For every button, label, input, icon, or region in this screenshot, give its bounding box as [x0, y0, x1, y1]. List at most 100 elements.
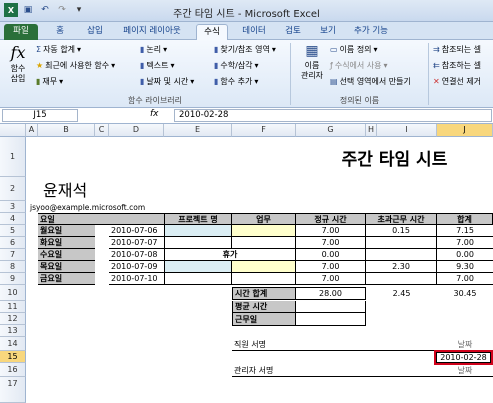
header-overtime[interactable]: 초과근무 시간 [366, 213, 437, 225]
employee-email[interactable]: jsyoo@example.microsoft.com [28, 201, 208, 213]
time-total-overtime[interactable]: 2.45 [366, 287, 437, 300]
tab-formulas[interactable]: 수식 [196, 24, 228, 40]
row-header-17[interactable]: 17 [0, 377, 26, 403]
tab-review[interactable]: 검토 [278, 24, 308, 40]
header-day[interactable]: 요일 [38, 213, 165, 225]
total-cell[interactable]: 7.00 [437, 273, 493, 285]
total-cell[interactable]: 9.30 [437, 261, 493, 273]
task-cell[interactable] [232, 261, 296, 273]
tab-page-layout[interactable]: 페이지 레이아웃 [116, 24, 188, 40]
column-header-f[interactable]: F [232, 124, 296, 137]
date-label[interactable]: 날짜 [437, 338, 493, 350]
overtime-cell[interactable] [366, 273, 437, 285]
regular-cell[interactable]: 0.00 [296, 249, 366, 261]
define-name-button[interactable]: ▭ 이름 정의 ▾ [330, 44, 378, 55]
project-cell[interactable] [164, 225, 232, 237]
avg-hours-label[interactable]: 평균 시간 [232, 301, 296, 313]
column-header-c[interactable]: C [95, 124, 109, 137]
row-header-2[interactable]: 2 [0, 177, 26, 201]
trace-dependents-button[interactable]: ⇇ 참조하는 셀 [433, 60, 481, 71]
math-button[interactable]: ▮ 수학/삼각 ▾ [214, 60, 259, 71]
day-cell[interactable]: 화요일 [38, 237, 95, 249]
column-header-j[interactable]: J [437, 124, 493, 137]
lookup-button[interactable]: ▮ 찾기/참조 영역 ▾ [214, 44, 276, 55]
time-total-total[interactable]: 30.45 [437, 287, 493, 300]
day-cell[interactable]: 금요일 [38, 273, 95, 285]
row-header-16[interactable]: 16 [0, 363, 26, 377]
task-cell[interactable] [232, 237, 296, 249]
total-cell[interactable]: 0.00 [437, 249, 493, 261]
date-label[interactable]: 날짜 [437, 365, 493, 376]
day-cell[interactable]: 목요일 [38, 261, 95, 273]
formula-input[interactable]: 2010-02-28 [174, 109, 492, 122]
tab-data[interactable]: 데이터 [236, 24, 272, 40]
row-header-7[interactable]: 7 [0, 249, 26, 261]
column-header-d[interactable]: D [109, 124, 164, 137]
row-header-9[interactable]: 9 [0, 273, 26, 285]
header-task[interactable]: 업무 [232, 213, 296, 225]
column-header-g[interactable]: G [296, 124, 366, 137]
tab-view[interactable]: 보기 [314, 24, 342, 40]
recent-functions-button[interactable]: ★ 최근에 사용한 함수 ▾ [36, 60, 115, 71]
task-cell[interactable] [232, 273, 296, 285]
row-header-10[interactable]: 10 [0, 285, 26, 301]
regular-cell[interactable]: 7.00 [296, 273, 366, 285]
project-cell[interactable] [164, 237, 232, 249]
date-cell[interactable]: 2010-07-09 [109, 261, 164, 273]
total-cell[interactable]: 7.00 [437, 237, 493, 249]
autosum-button[interactable]: Σ 자동 합계 ▾ [36, 44, 81, 55]
create-from-selection-button[interactable]: ▤ 선택 영역에서 만들기 [330, 76, 411, 87]
date-cell[interactable]: 2010-07-08 [109, 249, 164, 261]
regular-cell[interactable]: 7.00 [296, 225, 366, 237]
regular-cell[interactable]: 7.00 [296, 237, 366, 249]
tab-file[interactable]: 파일 [4, 24, 38, 40]
overtime-cell[interactable] [366, 237, 437, 249]
overtime-cell[interactable] [366, 249, 437, 261]
row-header-8[interactable]: 8 [0, 261, 26, 273]
column-header-i[interactable]: I [377, 124, 437, 137]
fx-icon[interactable]: fx [150, 109, 159, 119]
row-header-13[interactable]: 13 [0, 325, 26, 337]
tab-addins[interactable]: 추가 기능 [348, 24, 394, 40]
row-header-1[interactable]: 1 [0, 137, 26, 177]
workdays-label[interactable]: 근무일 [232, 313, 296, 326]
header-regular[interactable]: 정규 시간 [296, 213, 366, 225]
name-manager-button[interactable]: ▦ 이름 관리자 [297, 43, 327, 81]
header-total[interactable]: 합계 [437, 213, 493, 225]
date-cell[interactable]: 2010-07-07 [109, 237, 164, 249]
day-cell[interactable]: 수요일 [38, 249, 95, 261]
column-header-b[interactable]: B [38, 124, 95, 137]
header-project[interactable]: 프로젝트 명 [164, 213, 232, 225]
date-cell[interactable]: 2010-07-10 [109, 273, 164, 285]
employee-name[interactable]: 윤재석 [40, 177, 160, 201]
insert-function-button[interactable]: fx 함수 삽입 [6, 43, 30, 84]
task-cell[interactable] [232, 225, 296, 237]
row-header-3[interactable]: 3 [0, 201, 26, 213]
time-total-regular[interactable]: 28.00 [296, 287, 366, 300]
use-in-formula-button[interactable]: ƒ 수식에서 사용 ▾ [330, 60, 388, 71]
overtime-cell[interactable]: 0.15 [366, 225, 437, 237]
manager-signature-label[interactable]: 관리자 서명 [232, 364, 332, 376]
row-header-11[interactable]: 11 [0, 301, 26, 313]
row-header-14[interactable]: 14 [0, 337, 26, 351]
project-cell[interactable] [164, 261, 232, 273]
day-cell[interactable]: 월요일 [38, 225, 95, 237]
datetime-button[interactable]: ▮ 날짜 및 시간 ▾ [140, 76, 194, 87]
workdays-value[interactable] [296, 313, 366, 326]
time-total-label[interactable]: 시간 합계 [232, 287, 296, 300]
sheet-title[interactable]: 주간 타임 시트 [296, 140, 493, 174]
employee-signature-label[interactable]: 직원 서명 [232, 338, 332, 350]
project-cell[interactable] [164, 273, 232, 285]
holiday-cell[interactable]: 휴가 [164, 249, 296, 261]
financial-button[interactable]: ▮ 재무 ▾ [36, 76, 63, 87]
logical-button[interactable]: ▮ 논리 ▾ [140, 44, 167, 55]
date-cell[interactable]: 2010-07-06 [109, 225, 164, 237]
avg-hours-value[interactable] [296, 301, 366, 313]
row-header-5[interactable]: 5 [0, 225, 26, 237]
row-header-15[interactable]: 15 [0, 351, 26, 363]
column-header-a[interactable]: A [26, 124, 38, 137]
regular-cell[interactable]: 7.00 [296, 261, 366, 273]
trace-precedents-button[interactable]: ⇉ 참조되는 셀 [433, 44, 481, 55]
more-functions-button[interactable]: ▮ 함수 추가 ▾ [214, 76, 258, 87]
select-all-corner[interactable] [0, 124, 26, 137]
